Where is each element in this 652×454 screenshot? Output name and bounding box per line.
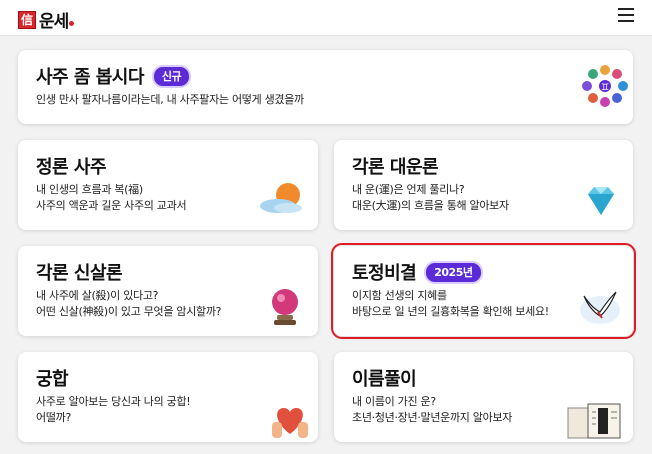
new-badge: 신규	[151, 64, 192, 88]
card-tojeong-bigyeol[interactable]: 토정비결 2025년 이지함 선생의 지혜를 바탕으로 일 년의 길흉화복을 확…	[331, 243, 636, 339]
logo-text: 운세	[39, 12, 69, 32]
card-title-text: 각론 신살론	[36, 263, 123, 284]
hamburger-menu-icon[interactable]	[618, 8, 634, 24]
diamond-icon	[588, 187, 614, 215]
svg-text:♊: ♊	[601, 83, 609, 93]
logo-dot	[69, 21, 75, 26]
crane-icon	[580, 291, 620, 324]
card-description: 내 사주에 살(殺)이 있다고? 어떤 신살(神殺)이 있고 무엇을 암시할까?	[36, 288, 300, 320]
card-gakron-sinsalron[interactable]: 각론 신살론 내 사주에 살(殺)이 있다고? 어떤 신살(神殺)이 있고 무엇…	[18, 246, 318, 336]
card-desc-line: 인생 만사 팔자나름이라는데, 내 사주팔자는 어떻게 생겼을까	[36, 93, 304, 106]
card-title-text: 토정비결	[352, 263, 417, 284]
card-title-text: 이름풀이	[352, 369, 417, 390]
card-title-text: 궁합	[36, 369, 69, 390]
year-badge: 2025년	[424, 260, 483, 284]
card-title: 사주 좀 봅시다 신규	[36, 64, 615, 88]
card-gakron-daeunron[interactable]: 각론 대운론 내 운(運)은 언제 풀리나? 대운(大運)의 흐름을 통해 알아…	[334, 140, 633, 230]
card-title-text: 사주 좀 봅시다	[36, 67, 144, 88]
card-desc-line: 사주로 알아보는 당신과 나의 궁합!	[36, 395, 191, 408]
card-ireum-puri[interactable]: 이름풀이 내 이름이 가진 운? 초년·청년·장년·말년운까지 알아보자	[334, 352, 633, 442]
card-description: 인생 만사 팔자나름이라는데, 내 사주팔자는 어떻게 생겼을까	[36, 92, 615, 108]
card-description: 사주로 알아보는 당신과 나의 궁합! 어떨까?	[36, 394, 300, 426]
card-saju-jom[interactable]: 사주 좀 봅시다 신규 인생 만사 팔자나름이라는데, 내 사주팔자는 어떻게 …	[18, 50, 633, 124]
sun-cloud-icon	[260, 183, 302, 213]
name-book-icon	[567, 403, 621, 439]
zodiac-signs-icon: ♊	[582, 65, 628, 107]
crystal-ball-icon	[272, 289, 298, 325]
card-title: 정론 사주	[36, 154, 300, 178]
card-title: 각론 대운론	[352, 154, 615, 178]
card-gunghap[interactable]: 궁합 사주로 알아보는 당신과 나의 궁합! 어떨까?	[18, 352, 318, 442]
card-desc-line: 어떨까?	[36, 411, 71, 424]
card-desc-line: 내 사주에 살(殺)이 있다고?	[36, 289, 159, 302]
logo[interactable]: 信 운세	[18, 7, 75, 32]
card-title-text: 정론 사주	[36, 157, 107, 178]
card-title: 토정비결 2025년	[352, 260, 615, 284]
card-desc-line: 내 운(運)은 언제 풀리나?	[352, 183, 465, 196]
logo-mark: 信	[18, 10, 36, 29]
card-title: 각론 신살론	[36, 260, 300, 284]
heart-hands-icon	[272, 408, 308, 438]
card-desc-line: 대운(大運)의 흐름을 통해 알아보자	[352, 199, 509, 212]
top-bar: 信 운세	[0, 0, 652, 36]
card-title: 이름풀이	[352, 366, 615, 390]
card-title: 궁합	[36, 366, 300, 390]
card-title-text: 각론 대운론	[352, 157, 439, 178]
card-description: 내 운(運)은 언제 풀리나? 대운(大運)의 흐름을 통해 알아보자	[352, 182, 615, 214]
card-jeongron-saju[interactable]: 정론 사주 내 인생의 흐름과 복(福) 사주의 액운과 길운 사주의 교과서	[18, 140, 318, 230]
card-desc-line: 어떤 신살(神殺)이 있고 무엇을 암시할까?	[36, 305, 222, 318]
